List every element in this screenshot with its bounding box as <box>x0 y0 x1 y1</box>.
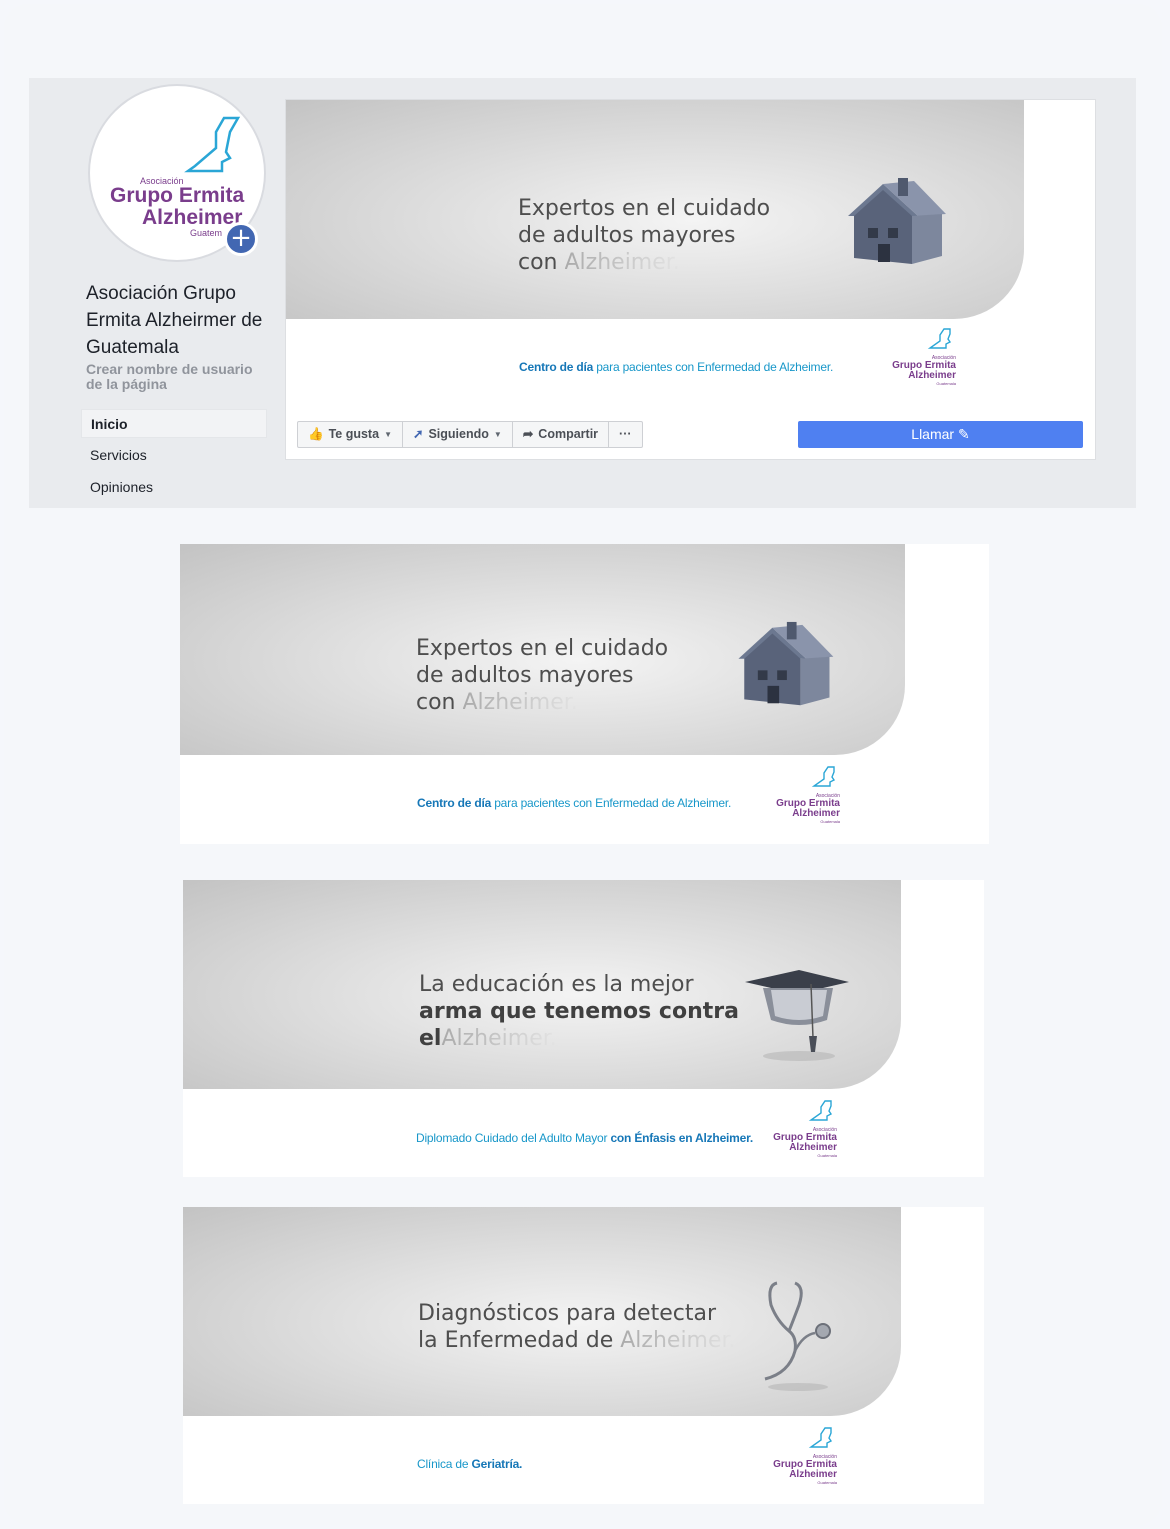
banner-headline-prefix: el <box>419 1026 442 1051</box>
banner-headline-faded: Alzheimer. <box>620 1328 736 1353</box>
banner-logo: Asociación Grupo Ermita Alzheimer Guatem… <box>768 766 840 824</box>
banner-diplomado: La educación es la mejor arma que tenemo… <box>183 880 984 1177</box>
call-label: Llamar <box>911 426 955 442</box>
banner-headline-faded: Alzheimer. <box>462 690 578 715</box>
cover-tagline-bold: Centro de día <box>519 360 594 374</box>
caret-down-icon: ▼ <box>493 430 502 439</box>
banner-headline-line1: La educación es la mejor <box>419 972 694 997</box>
add-photo-plus-icon[interactable]: + <box>224 222 258 256</box>
logo-figure-icon <box>808 1100 833 1121</box>
banner-logo: Asociación Grupo Ermita Alzheimer Guatem… <box>765 1100 837 1158</box>
banner-tagline-plain: Diplomado Cuidado del Adulto Mayor <box>416 1131 611 1145</box>
logo-figure-icon <box>811 766 836 787</box>
cover-headline: Expertos en el cuidado de adultos mayore… <box>518 195 770 276</box>
rss-icon: ➚ <box>412 427 424 441</box>
nav-item-opiniones[interactable]: Opiniones <box>81 473 267 502</box>
cover-tagline-rest: para pacientes con Enfermedad de Alzheim… <box>593 360 834 374</box>
logo-country: Guatemala <box>820 819 840 824</box>
banner-headline-prefix: la Enfermedad de <box>418 1328 614 1353</box>
logo-line2: Alzheimer <box>142 206 242 229</box>
banner-logo: Asociación Grupo Ermita Alzheimer Guatem… <box>765 1427 837 1485</box>
banner-tagline-rest: para pacientes con Enfermedad de Alzheim… <box>491 796 732 810</box>
banner-headline-prefix: con <box>416 690 456 715</box>
like-button[interactable]: 👍 Te gusta ▼ <box>298 422 403 447</box>
banner-headline-line2: arma que tenemos contra <box>419 999 739 1024</box>
banner-diagnosticos: Diagnósticos para detectar la Enfermedad… <box>183 1207 984 1504</box>
share-label: Compartir <box>538 427 599 441</box>
banner-headline-line2: de adultos mayores <box>416 663 634 688</box>
house-icon <box>848 178 946 264</box>
logo-figure-icon <box>927 328 952 349</box>
banner-headline-faded: Alzheimer. <box>441 1026 557 1051</box>
following-button[interactable]: ➚ Siguiendo ▼ <box>403 422 513 447</box>
cover-headline-faded: Alzheimer. <box>564 250 680 275</box>
more-options-button[interactable]: ··· <box>609 422 642 447</box>
share-button[interactable]: ➦ Compartir <box>513 422 610 447</box>
banner-tagline: Diplomado Cuidado del Adulto Mayor con É… <box>416 1131 753 1145</box>
banner-tagline-plain: Clínica de <box>417 1457 472 1471</box>
banner-tagline-bold: con Énfasis en Alzheimer. <box>610 1131 754 1145</box>
nav-item-servicios[interactable]: Servicios <box>81 441 267 470</box>
following-label: Siguiendo <box>428 427 489 441</box>
nav-item-inicio[interactable]: Inicio <box>81 409 267 438</box>
banner-tagline-bold: Geriatría. <box>471 1457 523 1471</box>
logo-line2: Alzheimer <box>908 370 956 381</box>
logo-country: Guatem <box>190 228 222 238</box>
cover-tagline: Centro de día para pacientes con Enferme… <box>519 360 833 374</box>
logo-line2: Alzheimer <box>789 1142 837 1153</box>
share-arrow-icon: ➦ <box>522 427 534 441</box>
pencil-icon: ✎ <box>957 426 970 442</box>
banner-headline: La educación es la mejor arma que tenemo… <box>419 971 739 1052</box>
cover-headline-prefix: con <box>518 250 558 275</box>
cover-headline-line1: Expertos en el cuidado <box>518 196 771 221</box>
cover-headline-line2: de adultos mayores <box>518 223 736 248</box>
caret-down-icon: ▼ <box>384 430 392 439</box>
graduation-cap-icon <box>745 970 849 1061</box>
banner-headline: Expertos en el cuidado de adultos mayore… <box>416 635 668 716</box>
banner-tagline-bold: Centro de día <box>417 796 492 810</box>
logo-country: Guatemala <box>817 1153 837 1158</box>
logo-country: Guatemala <box>936 381 956 386</box>
stethoscope-icon <box>764 1281 831 1391</box>
logo-country: Guatemala <box>817 1480 837 1485</box>
banner-centro-de-dia: Expertos en el cuidado de adultos mayore… <box>180 544 989 844</box>
page-action-bar: 👍 Te gusta ▼ ➚ Siguiendo ▼ ➦ Compartir ··· <box>297 421 643 448</box>
call-button[interactable]: Llamar ✎ <box>798 421 1083 448</box>
logo-line2: Alzheimer <box>789 1469 837 1480</box>
cover-card: Expertos en el cuidado de adultos mayore… <box>285 99 1096 460</box>
logo-line1: Grupo Ermita <box>110 184 245 207</box>
banner-headline-line1: Diagnósticos para detectar <box>418 1301 716 1326</box>
cover-logo: Asociación Grupo Ermita Alzheimer Guatem… <box>884 328 956 386</box>
banner-headline: Diagnósticos para detectar la Enfermedad… <box>418 1300 736 1354</box>
banner-tagline: Clínica de Geriatría. <box>417 1457 522 1471</box>
like-label: Te gusta <box>328 427 380 441</box>
create-username-link[interactable]: Crear nombre de usuario de la página <box>86 362 271 392</box>
banner-tagline: Centro de día para pacientes con Enferme… <box>417 796 731 810</box>
banner-headline-line1: Expertos en el cuidado <box>416 636 669 661</box>
thumbs-up-icon: 👍 <box>308 427 324 441</box>
page-title: Asociación Grupo Ermita Alzheirmer de Gu… <box>86 283 263 358</box>
house-icon <box>738 621 834 706</box>
logo-figure-icon <box>808 1427 833 1448</box>
logo-line2: Alzheimer <box>792 808 840 819</box>
